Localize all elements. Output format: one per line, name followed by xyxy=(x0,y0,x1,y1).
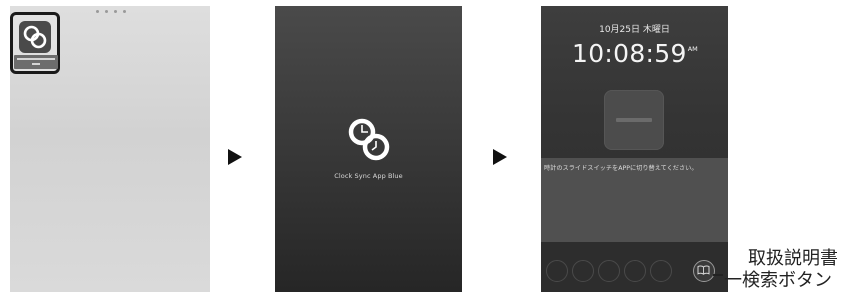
manual-search-button[interactable] xyxy=(693,260,715,282)
app-title: Clock Sync App Blue xyxy=(334,172,403,180)
time-value: 10:08:59 xyxy=(572,39,687,68)
inactive-circle-button xyxy=(598,260,620,282)
callout-line xyxy=(713,274,723,276)
clock-sync-logo-icon xyxy=(343,114,395,170)
app-label xyxy=(14,55,58,69)
pairing-button[interactable] xyxy=(604,90,664,150)
clock-sync-app-icon[interactable] xyxy=(19,21,51,53)
date-label: 10月25日 木曜日 xyxy=(599,25,670,35)
inactive-buttons xyxy=(546,260,672,282)
home-screen xyxy=(10,6,210,292)
bottom-bar xyxy=(541,242,728,292)
instruction-text: 時計のスライドスイッチをAPPに切り替えてください。 xyxy=(544,165,698,172)
instruction-panel: 時計のスライドスイッチをAPPに切り替えてください。 xyxy=(541,158,728,242)
inactive-circle-button xyxy=(572,260,594,282)
page-indicator xyxy=(96,10,126,13)
clock-sync-logo-icon xyxy=(23,25,47,49)
app-highlight-frame xyxy=(10,12,60,74)
clock-screen: 10月25日 木曜日 10:08:59 AM 時計のスライドスイッチをAPPに切… xyxy=(541,6,728,292)
arrow-right-icon xyxy=(493,149,507,165)
arrow-right-icon xyxy=(228,149,242,165)
book-icon xyxy=(697,265,710,275)
ampm-label: AM xyxy=(687,45,698,53)
splash-screen: Clock Sync App Blue xyxy=(275,6,462,292)
inactive-circle-button xyxy=(624,260,646,282)
inactive-circle-button xyxy=(650,260,672,282)
time-display: 10:08:59 AM xyxy=(572,39,698,68)
callout-label-line2: 一検索ボタン xyxy=(724,270,832,291)
inactive-circle-button xyxy=(546,260,568,282)
